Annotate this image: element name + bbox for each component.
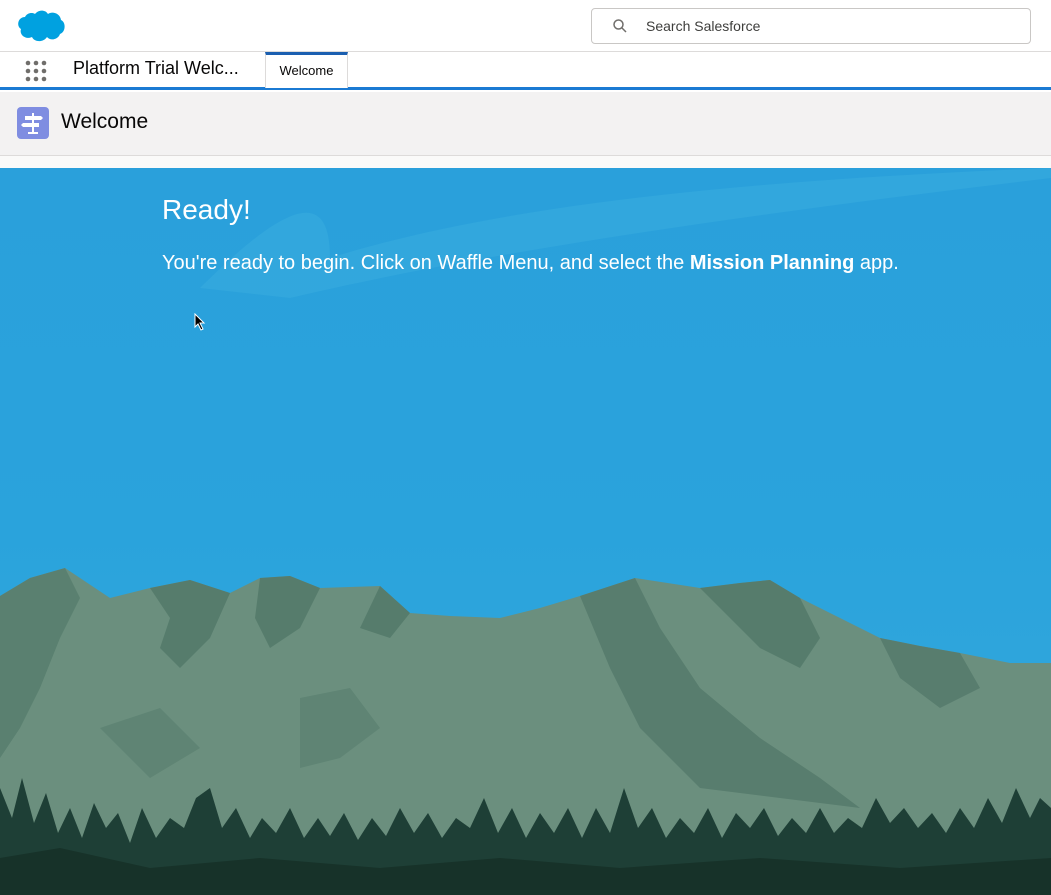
salesforce-logo[interactable] — [14, 8, 66, 44]
tab-welcome[interactable]: Welcome — [265, 52, 348, 88]
mission-planning-app-name: Mission Planning — [689, 252, 855, 274]
ready-message: You're ready to begin. Click on Waffle M… — [162, 252, 899, 275]
ready-message-text: You're ready to begin. Click on Waffle M… — [162, 252, 690, 274]
ready-message-suffix: app. — [854, 252, 899, 274]
ready-heading: Ready! — [162, 194, 251, 225]
page-header: Welcome — [0, 92, 1051, 156]
signpost-icon — [17, 107, 49, 139]
app-name: Platform Trial Welc... — [73, 58, 239, 78]
page-title: Welcome — [61, 110, 149, 133]
content-gap — [0, 156, 1051, 168]
search-icon — [613, 19, 627, 33]
navigation-bar: Platform Trial Welc... Welcome — [0, 52, 1051, 90]
welcome-hero-banner: Ready! You're ready to begin. Click on W… — [0, 168, 1051, 895]
mountain-landscape-illustration — [0, 168, 1051, 895]
search-box[interactable] — [591, 8, 1031, 44]
app-launcher-waffle-icon[interactable] — [24, 59, 48, 83]
global-header — [0, 0, 1051, 52]
mouse-cursor-icon — [194, 313, 206, 331]
search-input[interactable] — [644, 17, 1004, 35]
